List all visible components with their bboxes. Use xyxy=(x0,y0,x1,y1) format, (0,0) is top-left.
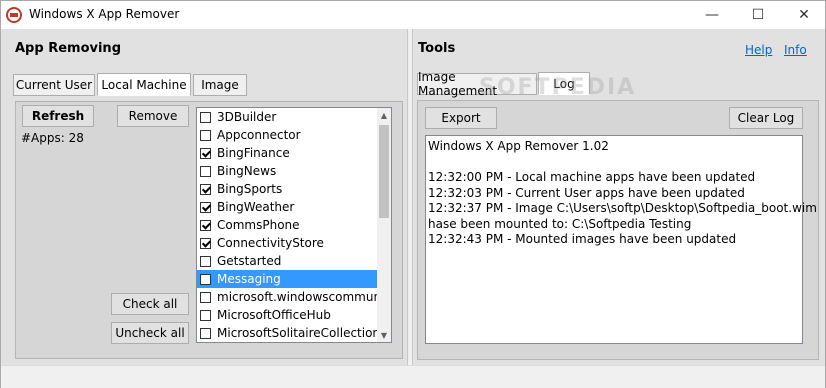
app-checkbox[interactable] xyxy=(200,237,211,249)
log-line: 12:32:00 PM - Local machine apps have be… xyxy=(428,170,756,184)
app-checkbox[interactable] xyxy=(200,327,211,339)
list-item[interactable]: Appconnector xyxy=(197,126,378,144)
scroll-down-icon[interactable]: ▼ xyxy=(377,328,391,342)
maximize-icon: ☐ xyxy=(751,7,765,23)
list-item[interactable]: BingNews xyxy=(197,162,378,180)
refresh-label: Refresh xyxy=(31,109,85,123)
list-item[interactable]: microsoft.windowscommunic xyxy=(197,288,378,306)
app-name: Appconnector xyxy=(217,128,301,142)
apps-list[interactable]: 3DBuilder Appconnector BingFinance BingNews… xyxy=(196,107,392,343)
minimize-icon: — xyxy=(705,7,719,23)
tab-label: Local Machine xyxy=(101,77,187,92)
app-name: BingFinance xyxy=(217,146,290,160)
log-line: 12:32:43 PM - Mounted images have been u… xyxy=(428,232,737,246)
list-item[interactable]: Messaging xyxy=(197,270,378,288)
tab-label: Image xyxy=(201,78,239,92)
log-line: 12:32:37 PM - Image C:\Users\softp\Deskt… xyxy=(428,201,817,215)
list-item[interactable]: 3DBuilder xyxy=(197,108,378,126)
list-item[interactable]: MicrosoftSolitaireCollection xyxy=(197,324,378,342)
app-checkbox[interactable] xyxy=(200,165,211,177)
uncheck-all-button[interactable]: Uncheck all xyxy=(111,322,189,344)
refresh-button[interactable]: Refresh xyxy=(22,105,94,127)
app-name: microsoft.windowscommunic xyxy=(217,290,378,304)
export-button[interactable]: Export xyxy=(425,107,497,129)
app-window: Windows X App Remover — ☐ ✕ App Removing… xyxy=(0,0,826,388)
maximize-button[interactable]: ☐ xyxy=(735,1,781,29)
app-checkbox[interactable] xyxy=(200,183,211,195)
uncheck-all-label: Uncheck all xyxy=(115,326,185,340)
info-link[interactable]: Info xyxy=(784,43,807,57)
export-label: Export xyxy=(441,111,481,125)
scroll-thumb[interactable] xyxy=(379,125,389,218)
app-name: CommsPhone xyxy=(217,218,300,232)
log-textbox[interactable]: Windows X App Remover 1.02 12:32:00 PM - … xyxy=(425,135,817,344)
list-item[interactable]: BingSports xyxy=(197,180,378,198)
help-link[interactable]: Help xyxy=(745,43,772,57)
status-bar xyxy=(1,365,825,388)
app-checkbox[interactable] xyxy=(200,219,211,231)
app-removing-title: App Removing xyxy=(15,41,121,56)
app-name: BingSports xyxy=(217,182,283,196)
list-item[interactable]: Getstarted xyxy=(197,252,378,270)
clear-log-button[interactable]: Clear Log xyxy=(729,107,803,129)
check-all-button[interactable]: Check all xyxy=(111,293,189,315)
app-icon xyxy=(6,7,22,23)
minimize-button[interactable]: — xyxy=(689,1,735,29)
apps-list-scrollbar[interactable]: ▲ ▼ xyxy=(377,108,391,342)
tab-label: Current User xyxy=(15,78,93,92)
clear-log-label: Clear Log xyxy=(737,111,795,125)
list-item[interactable]: BingFinance xyxy=(197,144,378,162)
log-line: hase been mounted to: C:\Softpedia Testi… xyxy=(428,216,692,231)
remove-label: Remove xyxy=(128,109,178,123)
remove-button[interactable]: Remove xyxy=(117,105,189,127)
tab-current-user[interactable]: Current User xyxy=(13,74,95,96)
app-name: Messaging xyxy=(217,272,281,286)
app-checkbox[interactable] xyxy=(200,255,211,267)
log-line: Windows X App Remover 1.02 xyxy=(428,139,609,153)
app-checkbox[interactable] xyxy=(200,147,211,159)
list-item[interactable]: ConnectivityStore xyxy=(197,234,378,252)
app-name: 3DBuilder xyxy=(217,110,277,124)
app-name: ConnectivityStore xyxy=(217,236,324,250)
list-item[interactable]: BingWeather xyxy=(197,198,378,216)
app-name: BingWeather xyxy=(217,200,295,214)
tab-label: Log xyxy=(553,76,575,91)
tab-log[interactable]: Log xyxy=(538,72,590,95)
close-icon: ✕ xyxy=(798,7,810,23)
list-item[interactable]: MicrosoftOfficeHub xyxy=(197,306,378,324)
tab-image[interactable]: Image xyxy=(193,74,247,96)
log-line: 12:32:03 PM - Current User apps have bee… xyxy=(428,185,745,200)
app-name: BingNews xyxy=(217,164,277,178)
app-checkbox[interactable] xyxy=(200,309,211,321)
app-checkbox[interactable] xyxy=(200,201,211,213)
check-all-label: Check all xyxy=(122,297,178,311)
close-button[interactable]: ✕ xyxy=(781,1,826,29)
app-checkbox[interactable] xyxy=(200,291,211,303)
app-checkbox[interactable] xyxy=(200,111,211,123)
app-name: MicrosoftSolitaireCollection xyxy=(217,326,378,340)
tab-local-machine[interactable]: Local Machine xyxy=(97,73,191,96)
list-item[interactable]: CommsPhone xyxy=(197,216,378,234)
app-checkbox[interactable] xyxy=(200,273,211,285)
scroll-up-icon[interactable]: ▲ xyxy=(377,108,391,122)
tab-label: Image Management xyxy=(418,70,498,98)
title-bar[interactable]: Windows X App Remover — ☐ ✕ xyxy=(1,1,825,29)
app-name: Getstarted xyxy=(217,254,282,268)
tab-image-management[interactable]: Image Management xyxy=(417,70,537,98)
window-title: Windows X App Remover xyxy=(29,7,180,21)
app-checkbox[interactable] xyxy=(200,129,211,141)
app-name: MicrosoftOfficeHub xyxy=(217,308,331,322)
tools-title: Tools xyxy=(418,41,456,56)
apps-count: #Apps: 28 xyxy=(21,131,84,145)
